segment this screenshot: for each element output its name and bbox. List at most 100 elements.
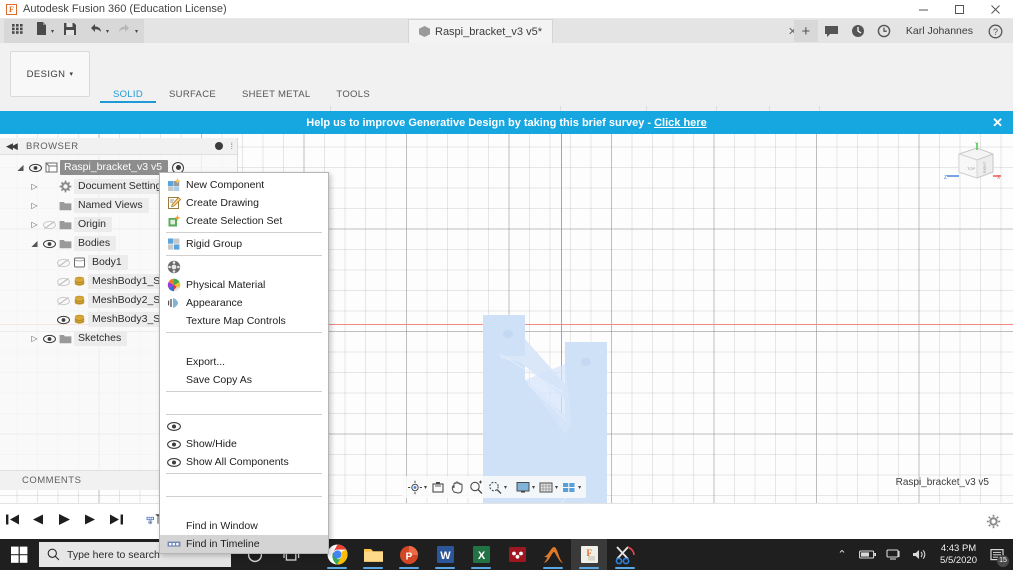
mendeley-icon[interactable] [499,539,535,570]
browser-resize-grip[interactable]: ⁞ [230,141,233,151]
recent-clock-icon[interactable] [872,20,896,42]
banner-link[interactable]: Click here [654,117,707,129]
menu-item-do-not-capture-design-history[interactable]: Find in Timeline [160,535,328,553]
menu-item-save-as-stl[interactable]: Save Copy As [160,371,328,389]
collapse-left-icon[interactable]: ◀◀ [6,141,18,152]
go-to-beginning-icon[interactable] [4,510,20,528]
close-button[interactable] [977,0,1013,19]
twisty-icon[interactable]: ▷ [28,220,41,229]
taskbar-clock[interactable]: 4:43 PM 5/5/2020 [936,543,981,567]
undo-icon[interactable] [88,22,103,40]
tab-surface[interactable]: SURFACE [156,89,229,103]
eye-hidden-icon[interactable] [55,258,71,268]
word-icon[interactable]: W [427,539,463,570]
twisty-icon[interactable]: ▷ [28,182,41,191]
twisty-icon[interactable]: ▷ [28,334,41,343]
grid-snaps-icon[interactable]: ▾ [537,480,559,495]
viewports-caret-icon[interactable]: ▾ [578,484,581,491]
view-cube[interactable]: TOP RIGHT Z X Y [941,142,1003,188]
document-tab[interactable]: Raspi_bracket_v3 v5* [408,19,554,43]
snip-sketch-icon[interactable] [607,539,643,570]
display-settings-caret-icon[interactable]: ▾ [532,484,535,491]
save-icon[interactable] [63,22,77,41]
orbit-caret-icon[interactable]: ▾ [424,484,427,491]
menu-item-show-all-bodies[interactable]: Show All Components [160,453,328,471]
menu-item-texture-map-controls[interactable]: Appearance [160,294,328,312]
matlab-icon[interactable] [535,539,571,570]
folder-icon [57,238,74,249]
twisty-icon[interactable]: ◢ [28,239,41,248]
workspace-selector[interactable]: DESIGN ▾ [10,51,90,97]
menu-item-rigid-group[interactable]: Rigid Group [160,235,328,253]
new-file-caret-icon[interactable]: ▾ [51,28,54,35]
tab-solid[interactable]: SOLID [100,89,157,103]
eye-open-icon[interactable] [27,163,43,173]
tray-chevron-icon[interactable]: ⌃ [832,539,852,570]
job-status-icon[interactable] [846,20,870,42]
menu-item-new-component[interactable]: New Component [160,176,328,194]
maximize-button[interactable] [941,0,977,19]
help-icon[interactable]: ? [983,20,1007,42]
menu-item-appearance[interactable]: Physical Material [160,276,328,294]
tab-tools[interactable]: TOOLS [323,89,383,103]
volume-icon[interactable] [910,539,930,570]
windows-taskbar: Type here to search P W X F ⌃ 4:43 PM 5/… [0,539,1013,570]
eye-open-icon[interactable] [41,334,57,344]
excel-icon[interactable]: X [463,539,499,570]
undo-caret-icon[interactable]: ▾ [106,28,109,35]
menu-item-show-hide[interactable] [160,417,328,435]
eye-hidden-icon[interactable] [55,296,71,306]
svg-text:TOP: TOP [967,166,975,171]
zoom-icon[interactable]: ▾ [486,480,508,495]
powerpoint-icon[interactable]: P [391,539,427,570]
menu-item-opacity-control[interactable] [160,476,328,494]
minimize-button[interactable] [905,0,941,19]
step-back-icon[interactable] [30,510,46,528]
pan-look-at-icon[interactable] [429,480,447,495]
menu-item-export[interactable] [160,335,328,353]
go-to-end-icon[interactable] [108,510,124,528]
eye-open-icon[interactable] [41,239,57,249]
network-icon[interactable] [884,539,904,570]
battery-icon[interactable] [858,539,878,570]
menu-item-label: Appearance [186,297,243,309]
new-tab-button[interactable]: + [793,20,818,42]
menu-item-save-copy-as[interactable]: Export... [160,353,328,371]
menu-item-find-in-window[interactable] [160,499,328,517]
menu-item-physical-material[interactable] [160,258,328,276]
banner-close-button[interactable]: ✕ [992,115,1003,131]
gear-icon[interactable] [986,514,1001,529]
step-forward-icon[interactable] [82,510,98,528]
new-file-icon[interactable] [35,21,48,41]
menu-item-display-detail-control[interactable] [160,394,328,412]
tab-sheet-metal[interactable]: SHEET METAL [229,89,323,103]
menu-item-create-selection-set[interactable]: Create Selection Set [160,212,328,230]
display-settings-icon[interactable]: ▾ [514,480,536,495]
pan-hand-icon[interactable] [448,480,466,495]
notification-icon[interactable]: 15 [987,545,1009,567]
orbit-icon[interactable]: ▾ [406,480,428,495]
play-icon[interactable] [56,510,72,528]
viewports-icon[interactable]: ▾ [560,480,582,495]
eye-hidden-icon[interactable] [41,220,57,230]
windows-start-icon[interactable] [0,539,38,570]
grid-snaps-caret-icon[interactable]: ▾ [555,484,558,491]
twisty-icon[interactable]: ▷ [28,201,41,210]
eye-open-icon[interactable] [55,315,71,325]
menu-item-properties[interactable]: Texture Map Controls [160,312,328,330]
file-explorer-icon[interactable] [355,539,391,570]
user-name[interactable]: Karl Johannes [898,25,981,37]
eye-hidden-icon[interactable] [55,277,71,287]
comment-icon[interactable] [820,20,844,42]
browser-options-icon[interactable] [215,142,223,150]
zoom-window-icon[interactable] [467,480,485,495]
menu-item-show-all-components[interactable]: Show/Hide [160,435,328,453]
twisty-icon[interactable]: ◢ [14,163,27,172]
browser-context-menu[interactable]: New Component Create Drawing Create Sele… [159,172,329,554]
app-grid-icon[interactable] [10,21,25,41]
zoom-caret-icon[interactable]: ▾ [504,484,507,491]
menu-item-create-drawing[interactable]: Create Drawing [160,194,328,212]
redo-icon[interactable] [117,22,132,40]
menu-item-find-in-timeline[interactable]: Find in Window [160,517,328,535]
fusion360-icon[interactable]: F [571,539,607,570]
